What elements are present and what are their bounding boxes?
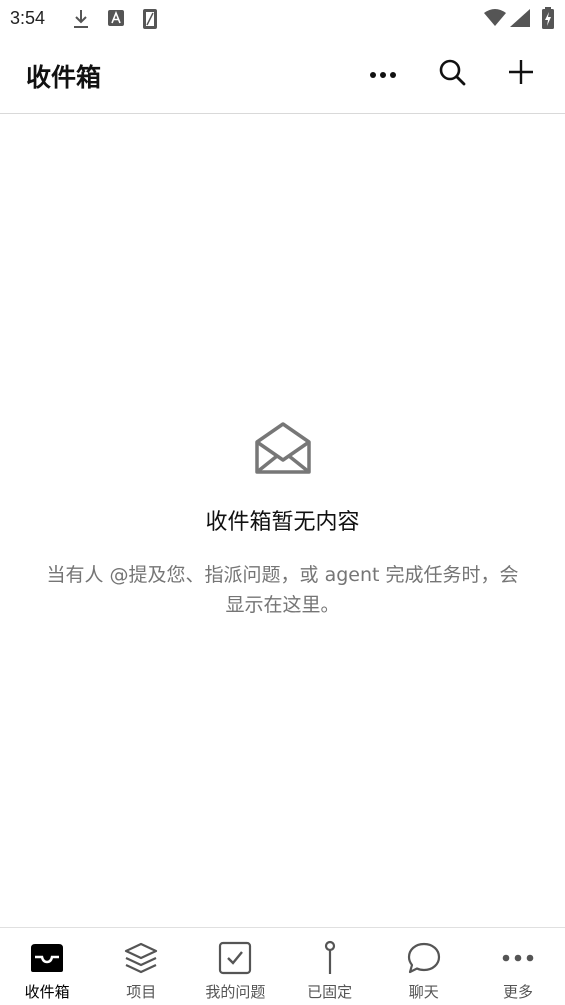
nav-label: 聊天 [408,983,439,1001]
search-icon [438,58,466,90]
download-icon [72,8,90,34]
font-a-icon [107,8,125,32]
signal-icon [510,9,530,31]
inbox-tray-icon [29,940,65,976]
nav-item-chat[interactable]: 聊天 [377,928,471,1005]
empty-state-description: 当有人 @提及您、指派问题，或 agent 完成任务时，会显示在这里。 [46,564,519,616]
chat-bubble-icon [406,940,442,976]
nav-label: 项目 [126,983,157,1001]
status-bar: 3:54 [0,0,565,38]
nav-label: 更多 [502,983,533,1001]
nav-label: 收件箱 [24,983,70,1001]
search-button[interactable] [432,54,472,94]
empty-state-title: 收件箱暂无内容 [205,510,360,535]
empty-state: 收件箱暂无内容 当有人 @提及您、指派问题，或 agent 完成任务时，会显示在… [0,420,565,620]
more-horizontal-icon [500,940,536,976]
add-button[interactable] [501,54,541,94]
nav-label: 已固定 [307,983,353,1001]
open-envelope-icon [0,420,565,480]
nav-item-inbox[interactable]: 收件箱 [0,928,94,1005]
sim-card-icon [142,8,158,34]
nav-label: 我的问题 [205,983,266,1001]
pin-icon [312,940,348,976]
more-options-button[interactable] [363,54,403,94]
bottom-navigation: 收件箱 项目 我的问题 已固定 聊天 更多 [0,927,565,1005]
plus-icon [508,59,534,89]
nav-item-my-issues[interactable]: 我的问题 [188,928,282,1005]
checkbox-icon [217,940,253,976]
nav-item-more[interactable]: 更多 [471,928,565,1005]
nav-item-pinned[interactable]: 已固定 [283,928,377,1005]
layers-icon [123,940,159,976]
page-title: 收件箱 [26,63,102,92]
more-horizontal-icon [368,65,398,84]
nav-item-projects[interactable]: 项目 [94,928,188,1005]
wifi-icon [484,9,506,31]
app-bar: 收件箱 [0,38,565,114]
status-time: 3:54 [10,8,46,28]
battery-charging-icon [541,7,555,33]
